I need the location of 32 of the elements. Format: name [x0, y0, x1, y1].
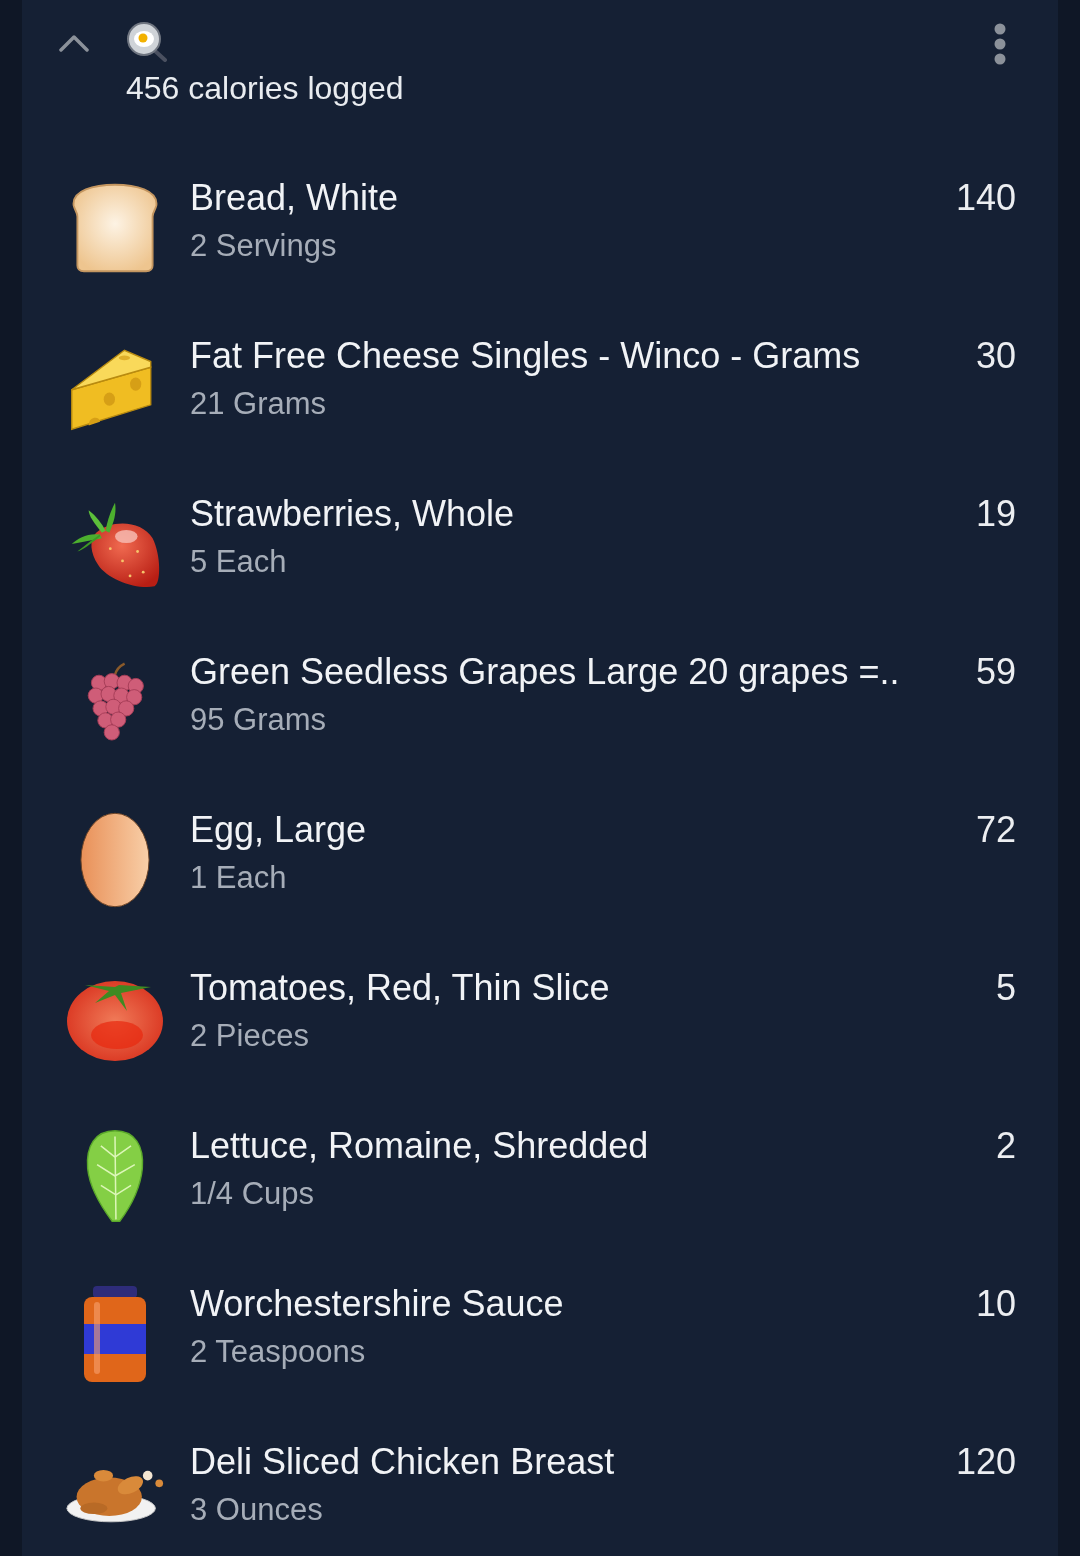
calories-logged-summary: 456 calories logged: [126, 69, 404, 108]
calorie-count: 10: [975, 1282, 1016, 1326]
serving-amount: 2 Pieces: [190, 1017, 309, 1055]
serving-amount: 1/4 Cups: [190, 1175, 315, 1213]
food-name: Tomatoes, Red, Thin Slice: [190, 966, 610, 1010]
calorie-count: 59: [975, 650, 1016, 694]
calorie-count: 19: [975, 492, 1016, 536]
egg-icon: [79, 811, 151, 909]
serving-amount: 5 Each: [190, 543, 287, 581]
calorie-count: 30: [975, 334, 1016, 378]
food-name: Lettuce, Romaine, Shredded: [190, 1124, 649, 1168]
food-name: Green Seedless Grapes Large 20 grapes =..: [190, 650, 900, 694]
calorie-count: 72: [975, 808, 1016, 852]
food-name: Egg, Large: [190, 808, 367, 852]
serving-amount: 1 Each: [190, 859, 287, 897]
serving-amount: 21 Grams: [190, 385, 327, 423]
serving-amount: 95 Grams: [190, 701, 327, 739]
calorie-count: 2: [995, 1124, 1016, 1168]
more-options-icon[interactable]: [993, 23, 1007, 65]
calorie-count: 5: [995, 966, 1016, 1010]
serving-amount: 2 Teaspoons: [190, 1333, 366, 1371]
serving-amount: 3 Ounces: [190, 1491, 323, 1529]
food-name: Worchestershire Sauce: [190, 1282, 564, 1326]
food-name: Deli Sliced Chicken Breast: [190, 1440, 615, 1484]
food-name: Bread, White: [190, 176, 399, 220]
serving-amount: 2 Servings: [190, 227, 337, 265]
calorie-count: 120: [955, 1440, 1016, 1484]
calorie-count: 140: [955, 176, 1016, 220]
food-name: Fat Free Cheese Singles - Winco - Grams: [190, 334, 861, 378]
chevron-up-icon[interactable]: [58, 34, 90, 52]
food-name: Strawberries, Whole: [190, 492, 515, 536]
frying-pan-icon: [126, 22, 168, 62]
